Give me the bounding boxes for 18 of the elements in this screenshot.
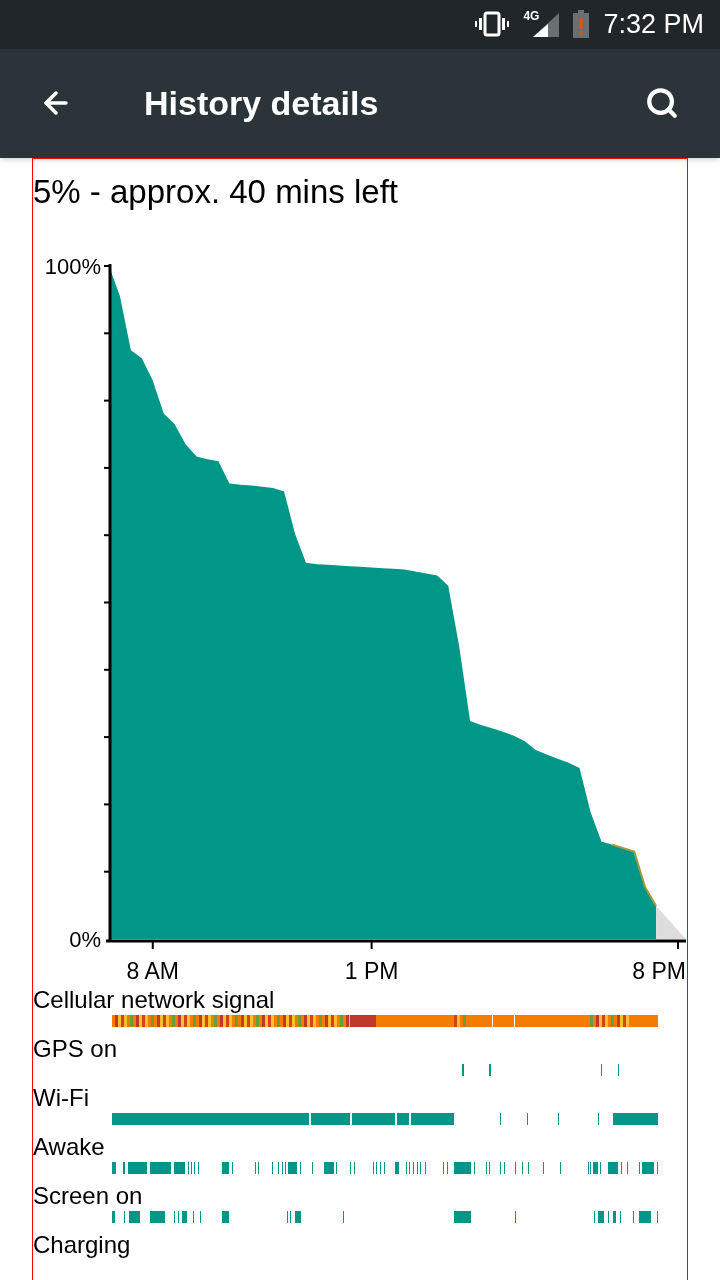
track-label: Wi-Fi: [33, 1084, 90, 1112]
y-tick-label: 0%: [69, 926, 101, 952]
track-label: Screen on: [33, 1182, 144, 1210]
x-tick-label: 8 AM: [126, 958, 179, 984]
track-label: Cellular network signal: [33, 986, 276, 1014]
clock: 7:32 PM: [603, 8, 704, 42]
x-tick-label: 8 PM: [632, 958, 686, 984]
battery-summary: 5% - approx. 40 mins left: [33, 173, 398, 211]
track-label: GPS on: [33, 1035, 119, 1063]
network-type-label: 4G: [523, 8, 540, 26]
track-label: Charging: [33, 1231, 132, 1259]
vibrate-icon: [475, 11, 510, 38]
battery-alert-icon: [573, 10, 590, 39]
search-icon: [645, 86, 679, 121]
y-tick-label: 100%: [44, 253, 101, 279]
x-tick-label: 1 PM: [344, 958, 399, 984]
screen-title: History details: [144, 82, 380, 124]
track-label: Awake: [33, 1133, 106, 1161]
